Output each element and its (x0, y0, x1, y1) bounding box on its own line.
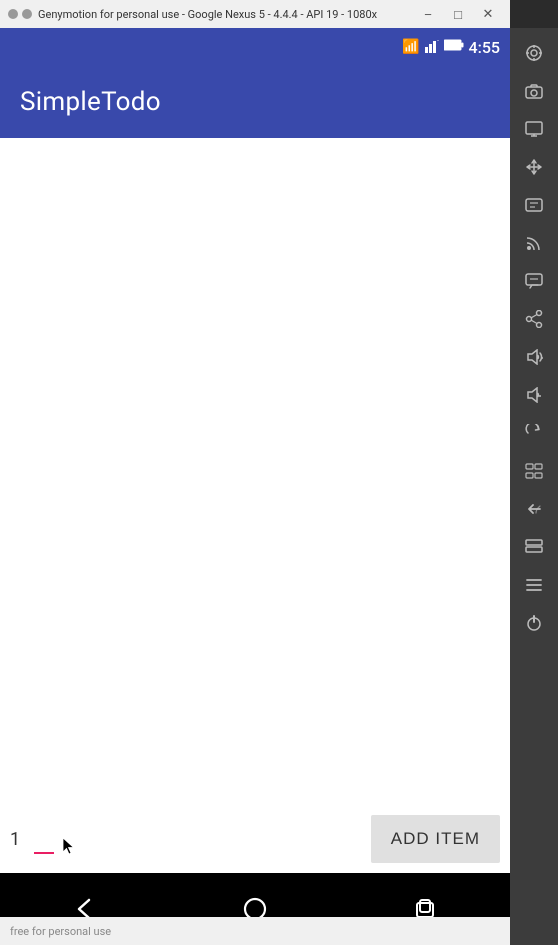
titlebar-controls: − □ ✕ (414, 3, 502, 25)
rotate-icon[interactable] (515, 416, 553, 450)
move-icon[interactable] (515, 150, 553, 184)
titlebar-dot-1 (8, 9, 18, 19)
layers-icon[interactable] (515, 530, 553, 564)
signal-icon (425, 39, 439, 56)
share-icon[interactable] (515, 302, 553, 336)
titlebar-dot-2 (22, 9, 32, 19)
volume-down-icon[interactable] (515, 378, 553, 412)
id-icon[interactable] (515, 188, 553, 222)
window-titlebar: Genymotion for personal use - Google Nex… (0, 0, 510, 28)
status-time: 4:55 (469, 38, 501, 57)
window-title: Genymotion for personal use - Google Nex… (38, 8, 378, 21)
battery-icon (444, 39, 464, 55)
status-icons: 📶 4:55 (402, 38, 500, 57)
minimize-button[interactable]: − (414, 3, 442, 25)
volume-up-icon[interactable] (515, 340, 553, 374)
android-screen: 📶 4:55 SimpleTodo (0, 28, 510, 945)
app-bar: SimpleTodo (0, 66, 510, 138)
item-input-underline (34, 852, 54, 854)
power-icon[interactable] (515, 606, 553, 640)
gps-icon[interactable] (515, 36, 553, 70)
titlebar-left: Genymotion for personal use - Google Nex… (8, 8, 378, 21)
input-row: 1 ADD ITEM (10, 815, 500, 863)
sms-icon[interactable] (515, 264, 553, 298)
add-item-button[interactable]: ADD ITEM (371, 815, 500, 863)
screen-capture-icon[interactable] (515, 112, 553, 146)
item-count: 1 (10, 829, 30, 850)
resize-icon[interactable] (515, 454, 553, 488)
content-area: 1 ADD ITEM (0, 138, 510, 873)
titlebar-dots (8, 9, 32, 19)
genymotion-sidebar (510, 28, 558, 945)
maximize-button[interactable]: □ (444, 3, 472, 25)
hamburger-icon[interactable] (515, 568, 553, 602)
wifi-icon: 📶 (402, 39, 419, 55)
close-button[interactable]: ✕ (474, 3, 502, 25)
watermark-bar: free for personal use (0, 917, 510, 945)
watermark-text: free for personal use (10, 925, 111, 938)
status-bar: 📶 4:55 (0, 28, 510, 66)
app-title: SimpleTodo (20, 87, 161, 117)
item-input-area: 1 (10, 829, 30, 850)
rss-icon[interactable] (515, 226, 553, 260)
camera-icon[interactable] (515, 74, 553, 108)
back-arrow-icon[interactable] (515, 492, 553, 526)
